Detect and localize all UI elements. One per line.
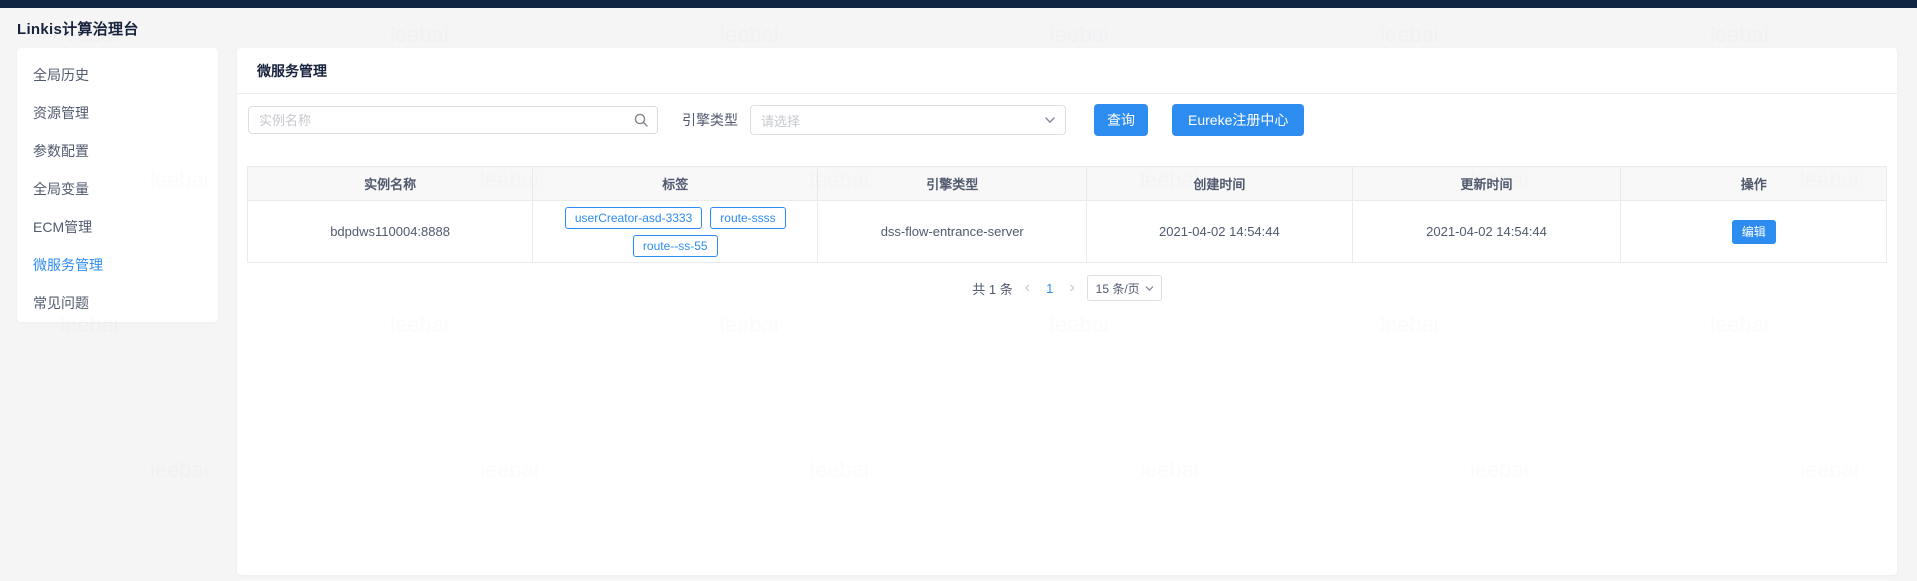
microservice-table: 实例名称 标签 引擎类型 创建时间 更新时间 操作 bdpdws110004:8… xyxy=(247,166,1887,263)
toolbar: 引擎类型 请选择 查询 Eureke注册中心 xyxy=(237,104,1897,136)
cell-engine-type: dss-flow-entrance-server xyxy=(818,201,1087,263)
eureka-registry-button[interactable]: Eureke注册中心 xyxy=(1172,104,1304,136)
cell-update-time: 2021-04-02 14:54:44 xyxy=(1352,201,1621,263)
sidebar-item-microservice-management[interactable]: 微服务管理 xyxy=(17,246,218,284)
column-header-operation: 操作 xyxy=(1621,167,1887,201)
query-button[interactable]: 查询 xyxy=(1094,104,1148,136)
sidebar-item-ecm-management[interactable]: ECM管理 xyxy=(17,208,218,246)
sidebar-item-global-variables[interactable]: 全局变量 xyxy=(17,170,218,208)
column-header-create-time: 创建时间 xyxy=(1087,167,1353,201)
app-header: Linkis计算治理台 xyxy=(0,8,1917,48)
table-header-row: 实例名称 标签 引擎类型 创建时间 更新时间 操作 xyxy=(248,167,1887,201)
search-icon[interactable] xyxy=(633,112,649,128)
main-content-card: 微服务管理 引擎类型 请选择 查询 Eureke注册中心 实例名称 xyxy=(237,48,1897,575)
app-title: Linkis计算治理台 xyxy=(17,18,139,39)
sidebar-item-parameter-config[interactable]: 参数配置 xyxy=(17,132,218,170)
top-navy-bar xyxy=(0,0,1917,8)
pagination-total: 共 1 条 xyxy=(972,279,1012,298)
sidebar-item-resource-management[interactable]: 资源管理 xyxy=(17,94,218,132)
page-title-row: 微服务管理 xyxy=(237,48,1897,94)
instance-name-search xyxy=(248,106,658,134)
cell-operation: 编辑 xyxy=(1621,201,1887,263)
pagination: 共 1 条 ‹ 1 › 15 条/页 xyxy=(237,275,1897,301)
column-header-instance-name: 实例名称 xyxy=(248,167,533,201)
cell-tags: userCreator-asd-3333 route-ssss route--s… xyxy=(533,201,818,263)
sidebar: 全局历史 资源管理 参数配置 全局变量 ECM管理 微服务管理 常见问题 xyxy=(17,48,218,322)
edit-button[interactable]: 编辑 xyxy=(1732,220,1776,244)
sidebar-item-global-history[interactable]: 全局历史 xyxy=(17,56,218,94)
cell-create-time: 2021-04-02 14:54:44 xyxy=(1087,201,1353,263)
sidebar-item-faq[interactable]: 常见问题 xyxy=(17,284,218,322)
watermark-text: leebai xyxy=(150,457,209,483)
tag-chip[interactable]: userCreator-asd-3333 xyxy=(565,207,702,229)
page-size-value: 15 条/页 xyxy=(1096,280,1140,297)
column-header-update-time: 更新时间 xyxy=(1352,167,1621,201)
tag-chip[interactable]: route--ss-55 xyxy=(633,235,718,257)
page-size-select[interactable]: 15 条/页 xyxy=(1087,275,1162,301)
page-title: 微服务管理 xyxy=(257,61,327,81)
column-header-tags: 标签 xyxy=(533,167,818,201)
chevron-down-icon xyxy=(1043,113,1057,127)
instance-name-input[interactable] xyxy=(249,107,657,133)
table-row: bdpdws110004:8888 userCreator-asd-3333 r… xyxy=(248,201,1887,263)
pagination-prev-icon[interactable]: ‹ xyxy=(1023,277,1032,299)
column-header-engine-type: 引擎类型 xyxy=(818,167,1087,201)
tag-chip[interactable]: route-ssss xyxy=(710,207,785,229)
engine-type-select-value: 请选择 xyxy=(761,111,800,130)
engine-type-select[interactable]: 请选择 xyxy=(750,105,1066,135)
pagination-page-1[interactable]: 1 xyxy=(1042,281,1057,296)
engine-type-label: 引擎类型 xyxy=(682,110,738,130)
pagination-next-icon[interactable]: › xyxy=(1067,277,1076,299)
chevron-down-icon xyxy=(1144,283,1155,294)
cell-instance-name: bdpdws110004:8888 xyxy=(248,201,533,263)
